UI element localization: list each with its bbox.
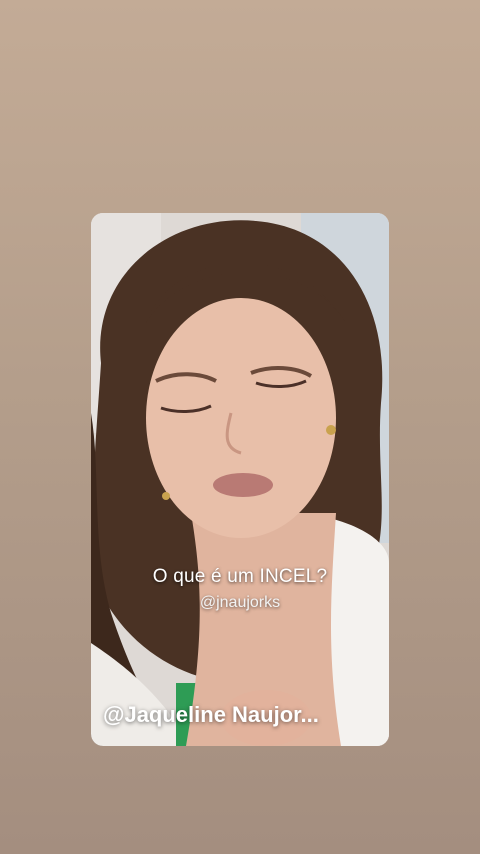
video-caption-handle: @jnaujorks — [199, 594, 281, 611]
story-video-card[interactable]: O que é um INCEL? @jnaujorks @Jaqueline … — [91, 213, 389, 746]
video-frame — [91, 213, 389, 746]
mention-sticker[interactable]: @Jaqueline Naujor... — [103, 702, 319, 728]
video-frame-illustration — [91, 213, 389, 746]
video-caption-title: O que é um INCEL? — [152, 566, 328, 587]
